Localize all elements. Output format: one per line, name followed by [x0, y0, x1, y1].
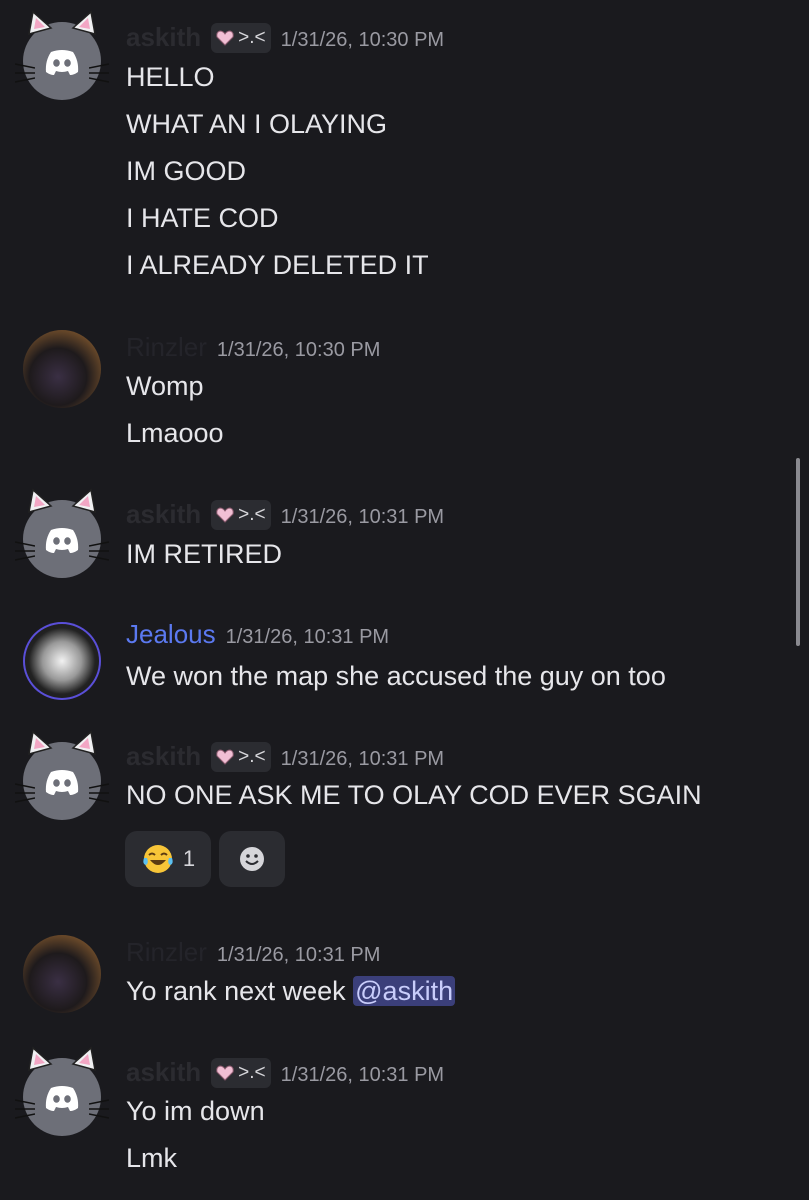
message-header: Rinzler 1/31/26, 10:30 PM: [126, 332, 380, 363]
whiskers-icon: [89, 541, 109, 561]
pixel-heart-icon: [216, 29, 234, 46]
tears-of-joy-emoji-icon: [143, 845, 173, 873]
message-text: HELLO: [126, 62, 215, 92]
user-avatar[interactable]: [15, 488, 109, 578]
server-tag[interactable]: >.<: [211, 741, 271, 772]
message-text: NO ONE ASK ME TO OLAY COD EVER SGAIN: [126, 780, 702, 810]
add-reaction-button[interactable]: [219, 831, 285, 887]
message-header: askith >.< 1/31/26, 10:30 PM: [126, 22, 444, 53]
discord-logo-icon: [45, 528, 79, 553]
cat-ear-icon: [28, 10, 53, 36]
cat-ear-icon: [71, 730, 96, 756]
message-text: Yo im down: [126, 1096, 265, 1126]
message-text: I ALREADY DELETED IT: [126, 250, 429, 280]
cat-ear-icon: [28, 730, 53, 756]
message-header: askith >.< 1/31/26, 10:31 PM: [126, 499, 444, 530]
pixel-heart-icon: [216, 506, 234, 523]
cat-ear-icon: [71, 10, 96, 36]
message-header: Jealous 1/31/26, 10:31 PM: [126, 619, 389, 650]
timestamp: 1/31/26, 10:30 PM: [216, 339, 381, 361]
message-text: Lmaooo: [126, 418, 224, 448]
timestamp: 1/31/26, 10:31 PM: [216, 944, 381, 966]
server-tag[interactable]: >.<: [211, 499, 271, 530]
timestamp: 1/31/26, 10:31 PM: [280, 506, 445, 528]
message-header: askith >.< 1/31/26, 10:31 PM: [126, 1057, 444, 1088]
discord-logo-icon: [45, 770, 79, 795]
message-text: We won the map she accused the guy on to…: [126, 661, 666, 691]
whiskers-icon: [15, 541, 35, 561]
user-avatar[interactable]: [15, 730, 109, 820]
message-header: askith >.< 1/31/26, 10:31 PM: [126, 741, 444, 772]
user-avatar[interactable]: [23, 330, 101, 408]
whiskers-icon: [15, 63, 35, 83]
timestamp: 1/31/26, 10:31 PM: [225, 626, 390, 648]
message-text: Womp: [126, 371, 204, 401]
message-text: IM RETIRED: [126, 539, 283, 569]
message-text-segment: Yo rank next week: [126, 976, 354, 1006]
laugh-reaction-button[interactable]: 1: [125, 831, 211, 887]
user-mention[interactable]: @askith: [353, 976, 456, 1006]
message-text: I HATE COD: [126, 203, 279, 233]
author-name[interactable]: askith: [126, 499, 201, 530]
author-name[interactable]: askith: [126, 1057, 201, 1088]
message-text: Lmk: [126, 1143, 178, 1173]
add-reaction-smiley-icon: [240, 847, 264, 871]
cat-ear-icon: [71, 1046, 96, 1072]
author-name[interactable]: Rinzler: [126, 332, 207, 363]
message-text: Yo rank next week @askith: [126, 976, 456, 1007]
reaction-count: 1: [182, 846, 196, 871]
scrollbar-thumb[interactable]: [796, 458, 800, 646]
message-header: Rinzler 1/31/26, 10:31 PM: [126, 937, 380, 968]
whiskers-icon: [89, 63, 109, 83]
server-tag[interactable]: >.<: [211, 1057, 271, 1088]
user-avatar[interactable]: [23, 622, 101, 700]
author-name[interactable]: Rinzler: [126, 937, 207, 968]
discord-logo-icon: [45, 1086, 79, 1111]
author-name[interactable]: askith: [126, 741, 201, 772]
user-avatar[interactable]: [15, 1046, 109, 1136]
user-avatar[interactable]: [23, 935, 101, 1013]
whiskers-icon: [15, 783, 35, 803]
timestamp: 1/31/26, 10:31 PM: [280, 1064, 445, 1086]
discord-logo-icon: [45, 50, 79, 75]
whiskers-icon: [89, 1099, 109, 1119]
pixel-heart-icon: [216, 1064, 234, 1081]
author-name[interactable]: askith: [126, 22, 201, 53]
message-text: WHAT AN I OLAYING: [126, 109, 388, 139]
whiskers-icon: [89, 783, 109, 803]
user-avatar[interactable]: [15, 10, 109, 100]
cat-ear-icon: [28, 1046, 53, 1072]
author-name[interactable]: Jealous: [126, 619, 216, 650]
cat-ear-icon: [28, 488, 53, 514]
cat-ear-icon: [71, 488, 96, 514]
server-tag[interactable]: >.<: [211, 22, 271, 53]
timestamp: 1/31/26, 10:30 PM: [280, 29, 445, 51]
pixel-heart-icon: [216, 748, 234, 765]
whiskers-icon: [15, 1099, 35, 1119]
timestamp: 1/31/26, 10:31 PM: [280, 748, 445, 770]
message-text: IM GOOD: [126, 156, 246, 186]
